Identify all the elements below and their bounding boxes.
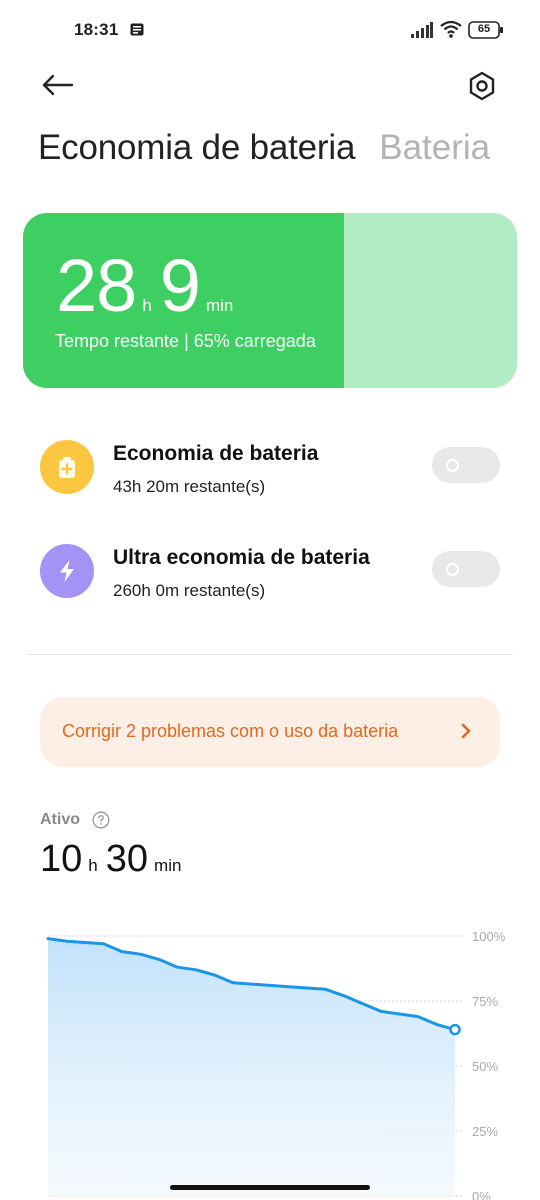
help-icon[interactable] bbox=[92, 811, 110, 829]
active-hours-unit: h bbox=[88, 856, 98, 875]
chevron-right-icon bbox=[461, 723, 471, 739]
lightning-icon-badge bbox=[40, 544, 94, 598]
remaining-hours-unit: h bbox=[142, 296, 152, 315]
ultra-battery-saver-row[interactable]: Ultra economia de bateria 260h 0m restan… bbox=[40, 542, 500, 602]
fix-problems-text: Corrigir 2 problemas com o uso da bateri… bbox=[62, 721, 399, 741]
active-minutes: 30 bbox=[105, 838, 149, 880]
section-divider bbox=[27, 654, 513, 655]
tab-battery-saver[interactable]: Economia de bateria bbox=[38, 128, 355, 168]
battery-plus-icon bbox=[59, 457, 75, 478]
status-time: 18:31 bbox=[74, 20, 119, 39]
toggle-knob bbox=[446, 459, 459, 472]
active-section-header: Ativo bbox=[40, 811, 110, 829]
tab-battery[interactable]: Bateria bbox=[379, 128, 490, 168]
battery-level-text: 65 bbox=[477, 23, 491, 35]
chart-current-point bbox=[449, 1023, 461, 1036]
status-bar: 18:31 65 bbox=[0, 0, 540, 62]
remaining-hours: 28 bbox=[56, 244, 137, 327]
back-arrow-icon[interactable] bbox=[38, 66, 78, 106]
battery-icon: 65 bbox=[468, 21, 504, 39]
active-minutes-unit: min bbox=[154, 856, 182, 875]
settings-hexagon-icon[interactable] bbox=[462, 66, 502, 106]
battery-level-chart: 100% 75% 50% 25% 0% bbox=[46, 929, 506, 1200]
lightning-icon bbox=[60, 560, 74, 582]
ultra-battery-saver-subtitle: 260h 0m restante(s) bbox=[113, 581, 266, 600]
toggle-knob bbox=[446, 563, 459, 576]
active-time: 10 h 30 min bbox=[40, 838, 189, 881]
ultra-battery-saver-title: Ultra economia de bateria bbox=[113, 546, 370, 569]
remaining-time: 28 h 9 min bbox=[56, 243, 241, 328]
battery-plus-icon-badge bbox=[40, 440, 94, 494]
active-label: Ativo bbox=[40, 811, 80, 828]
chart-y-tick-label: 50% bbox=[472, 1059, 498, 1074]
battery-saver-subtitle: 43h 20m restante(s) bbox=[113, 477, 266, 496]
signal-icon bbox=[411, 22, 433, 38]
remaining-minutes: 9 bbox=[159, 244, 201, 327]
home-indicator bbox=[170, 1185, 370, 1190]
tab-bar: Economia de bateria Bateria bbox=[38, 128, 490, 178]
battery-saver-title: Economia de bateria bbox=[113, 442, 319, 465]
ultra-battery-saver-toggle[interactable] bbox=[432, 551, 500, 587]
active-hours: 10 bbox=[40, 838, 83, 880]
remaining-subtitle: Tempo restante | 65% carregada bbox=[55, 331, 316, 351]
chart-y-tick-label: 0% bbox=[472, 1189, 491, 1200]
notification-icon bbox=[130, 23, 144, 36]
chart-area-fill bbox=[48, 938, 455, 1196]
battery-saver-row[interactable]: Economia de bateria 43h 20m restante(s) bbox=[40, 438, 500, 498]
remaining-minutes-unit: min bbox=[205, 296, 234, 315]
chart-y-tick-label: 100% bbox=[472, 929, 506, 944]
battery-saver-toggle[interactable] bbox=[432, 447, 500, 483]
chart-y-tick-label: 75% bbox=[472, 994, 498, 1009]
chart-y-tick-label: 25% bbox=[472, 1124, 498, 1139]
battery-remaining-card: 28 h 9 min Tempo restante | 65% carregad… bbox=[23, 213, 517, 388]
fix-problems-banner[interactable]: Corrigir 2 problemas com o uso da bateri… bbox=[40, 697, 500, 767]
wifi-icon bbox=[440, 20, 462, 38]
